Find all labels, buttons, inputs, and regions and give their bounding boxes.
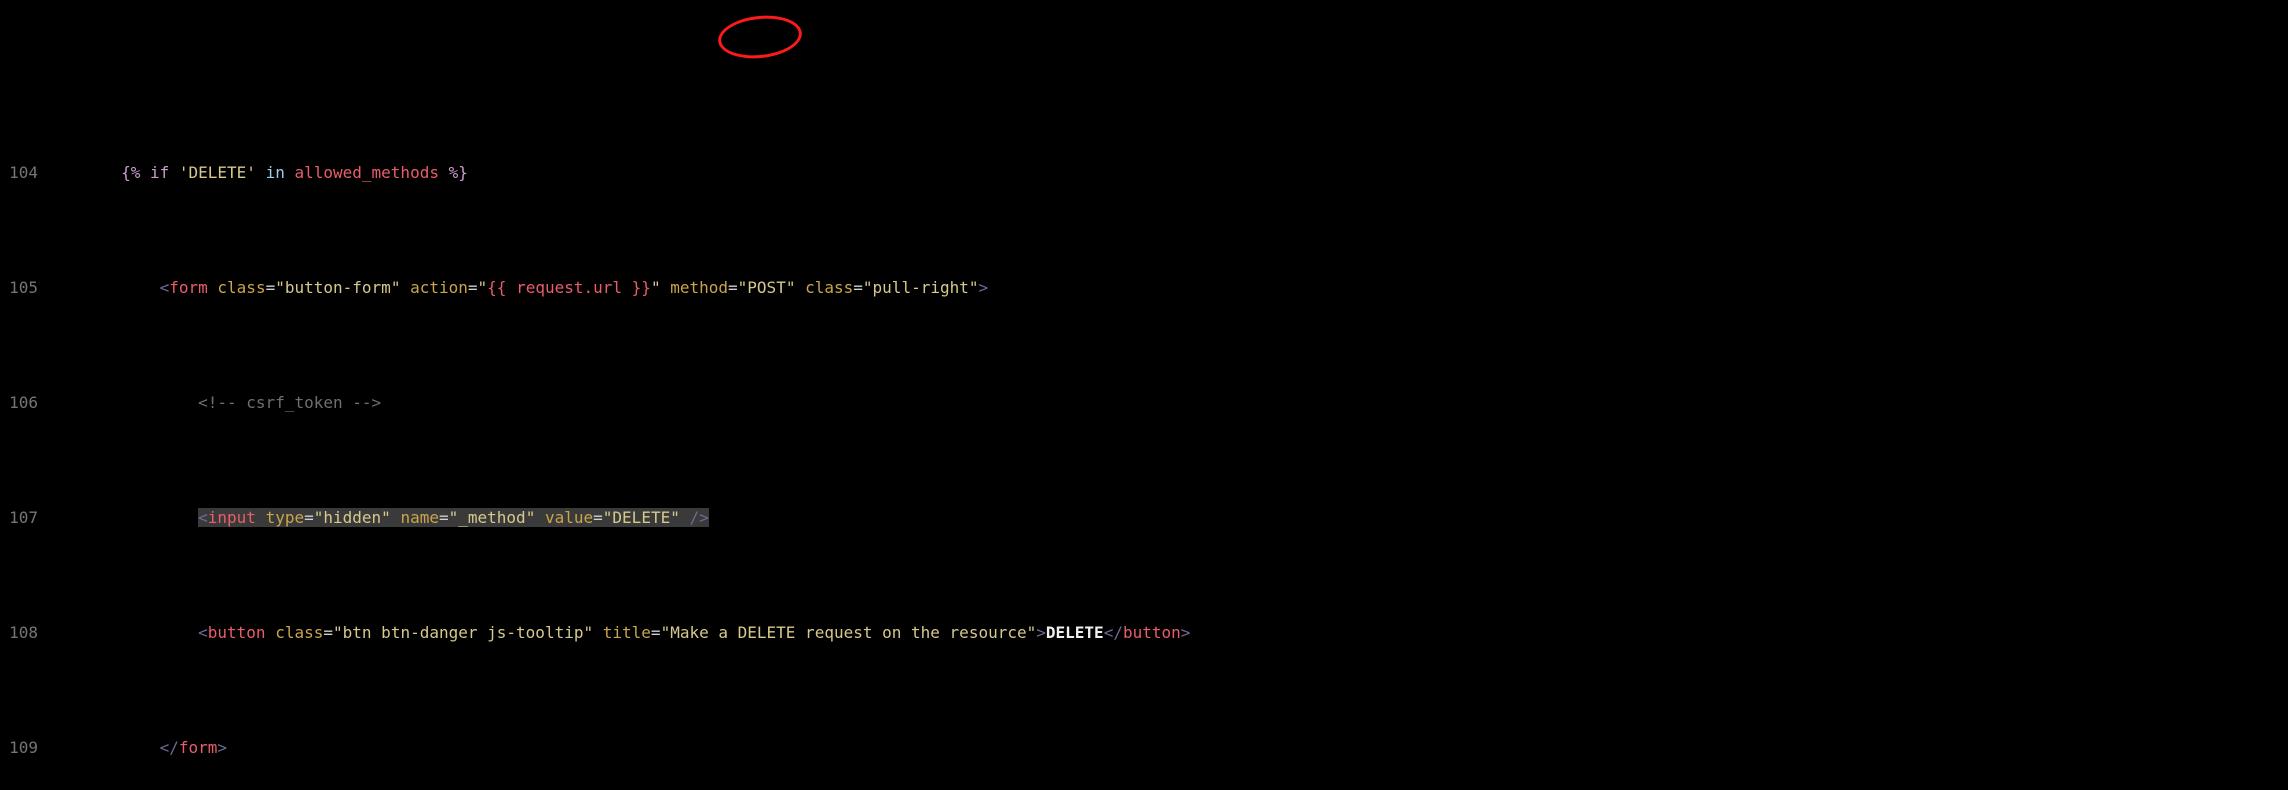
code-content: <button class="btn btn-danger js-tooltip… [44, 621, 1190, 644]
code-content: <!-- csrf_token --> [44, 391, 381, 414]
code-content: </form> [44, 736, 227, 759]
code-content: <form class="button-form" action="{{ req… [44, 276, 988, 299]
code-line[interactable]: 104 {% if 'DELETE' in allowed_methods %} [0, 161, 2288, 184]
line-number: 104 [0, 161, 44, 184]
code-line[interactable]: 108 <button class="btn btn-danger js-too… [0, 621, 2288, 644]
code-line[interactable]: 106 <!-- csrf_token --> [0, 391, 2288, 414]
line-number: 107 [0, 506, 44, 529]
code-line[interactable]: 105 <form class="button-form" action="{{… [0, 276, 2288, 299]
line-number: 109 [0, 736, 44, 759]
line-number: 108 [0, 621, 44, 644]
code-content: <input type="hidden" name="_method" valu… [44, 506, 709, 529]
code-line[interactable]: 109 </form> [0, 736, 2288, 759]
code-content: {% if 'DELETE' in allowed_methods %} [44, 161, 468, 184]
code-line[interactable]: 107 <input type="hidden" name="_method" … [0, 506, 2288, 529]
line-number: 106 [0, 391, 44, 414]
line-number: 105 [0, 276, 44, 299]
code-editor[interactable]: 104 {% if 'DELETE' in allowed_methods %}… [0, 0, 2288, 790]
annotation-circle [716, 12, 804, 63]
